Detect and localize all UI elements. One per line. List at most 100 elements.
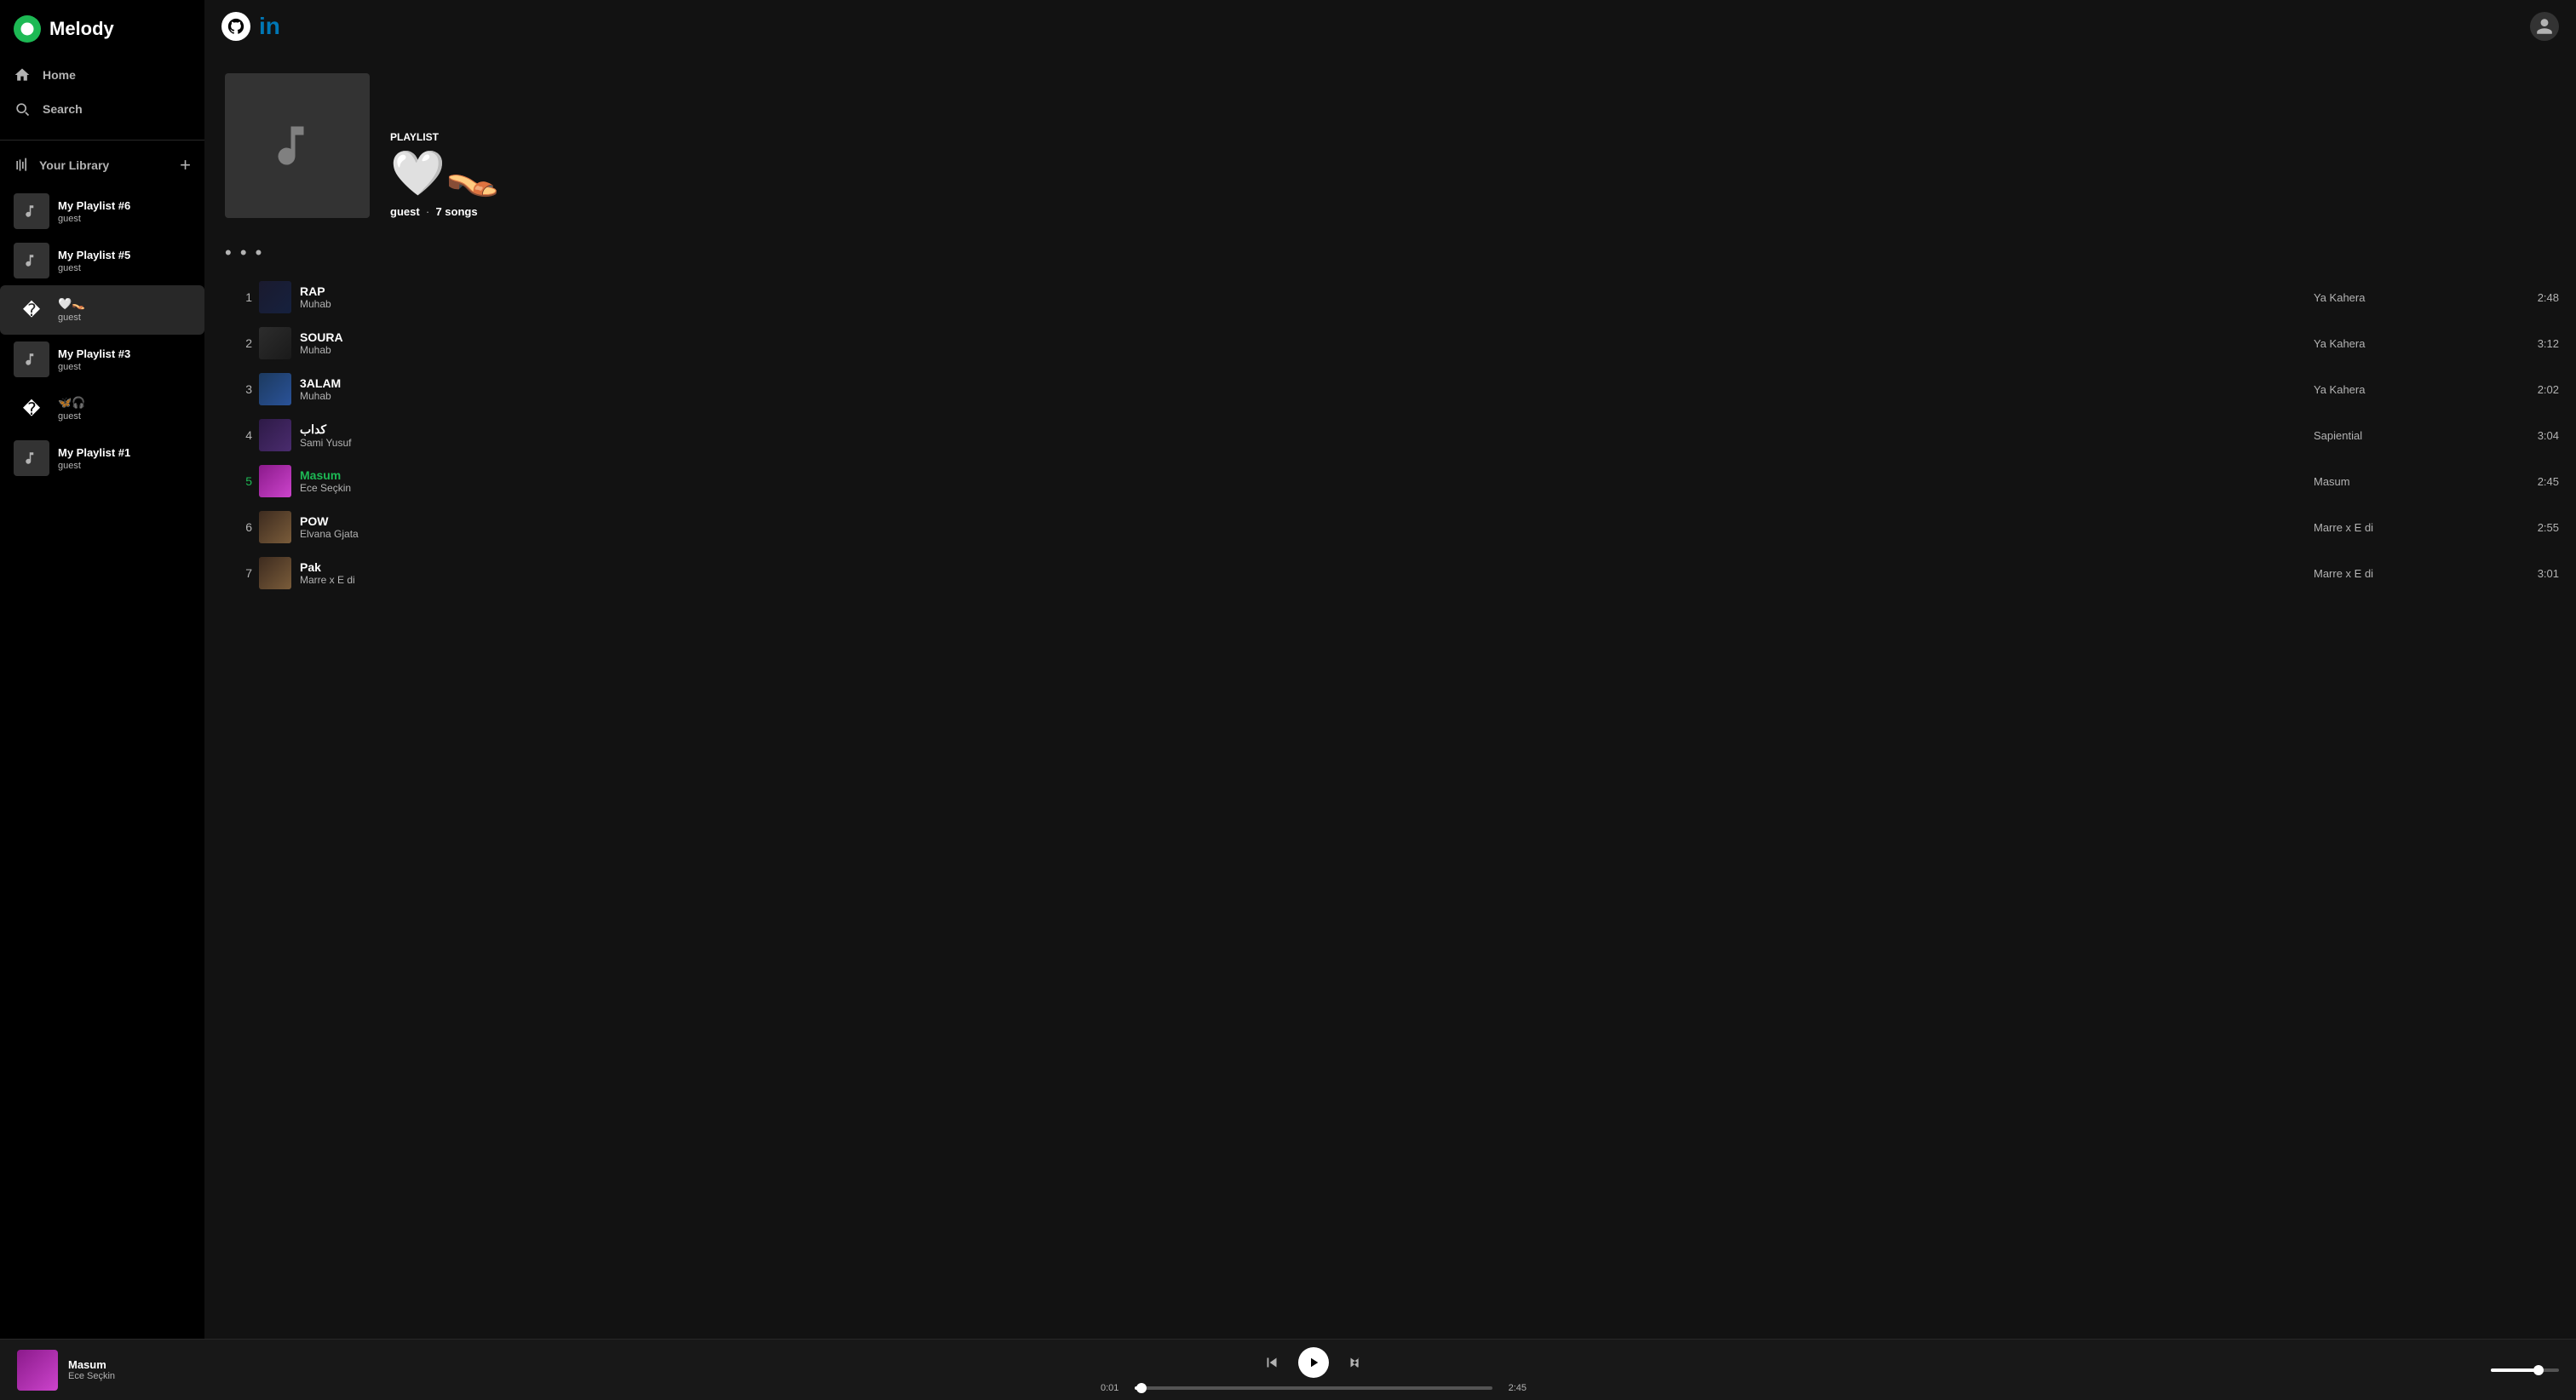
track-number: 3 [221, 382, 252, 396]
library-title-text: Your Library [39, 158, 109, 172]
playlist-item-name: My Playlist #6 [58, 199, 130, 212]
music-note-icon [272, 120, 323, 171]
playlist-item-owner: guest [58, 362, 130, 372]
linkedin-text[interactable]: in [259, 13, 280, 40]
playlist-item-owner: guest [58, 263, 130, 273]
actions-bar: • • • [204, 232, 2576, 274]
track-thumbnail [259, 419, 291, 451]
playlist-item-name: My Playlist #5 [58, 249, 130, 261]
more-options-button[interactable]: • • • [225, 242, 263, 264]
playlist-list: My Playlist #6guestMy Playlist #5guest�🤍… [0, 183, 204, 486]
sidebar-item-search[interactable]: Search [0, 92, 204, 126]
sidebar-item-home[interactable]: Home [0, 58, 204, 92]
track-artist: Muhab [300, 298, 2307, 310]
playlist-owner: guest [390, 205, 420, 218]
previous-button[interactable] [1262, 1353, 1281, 1372]
play-pause-button[interactable] [1298, 1347, 1329, 1378]
github-icon [227, 17, 245, 36]
track-row[interactable]: 6POWElvana GjataMarre x E di2:55 [215, 504, 2566, 550]
playlist-item-pl5[interactable]: My Playlist #5 guest [0, 236, 204, 285]
github-icon-box[interactable] [221, 12, 250, 41]
track-info: RAPMuhab [300, 284, 2307, 310]
music-note-small-icon [24, 253, 39, 268]
track-name: RAP [300, 284, 2307, 298]
user-avatar-button[interactable] [2530, 12, 2559, 41]
track-name: Pak [300, 560, 2307, 574]
music-note-small-icon [24, 204, 39, 219]
playlist-emoji-title: 🤍👡 [390, 150, 501, 198]
track-row[interactable]: 7PakMarre x E diMarre x E di3:01 [215, 550, 2566, 596]
playlist-item-name: My Playlist #1 [58, 446, 130, 459]
app-logo[interactable]: Melody [0, 0, 204, 51]
current-time: 0:01 [1101, 1383, 1128, 1393]
track-info: PakMarre x E di [300, 560, 2307, 586]
track-artist: Sami Yusuf [300, 437, 2307, 449]
track-artist: Muhab [300, 390, 2307, 402]
track-info: MasumEce Seçkin [300, 468, 2307, 494]
track-album: Marre x E di [2314, 521, 2484, 534]
playlist-meta: Playlist 🤍👡 guest · 7 songs [390, 73, 501, 218]
library-add-button[interactable]: + [180, 156, 191, 175]
logo-icon [14, 15, 41, 43]
main-content: in Playlist 🤍👡 guest · 7 songs [204, 0, 2576, 1339]
track-name: كداب [300, 422, 2307, 437]
track-album: Marre x E di [2314, 567, 2484, 580]
library-header: Your Library + [0, 147, 204, 183]
track-album: Ya Kahera [2314, 337, 2484, 350]
track-artist: Ece Seçkin [300, 482, 2307, 494]
playlist-item-owner: guest [58, 461, 130, 471]
now-playing: Masum Ece Seçkin [17, 1350, 204, 1391]
playlist-cover [225, 73, 370, 218]
track-thumbnail [259, 281, 291, 313]
home-icon [14, 66, 31, 83]
track-info: SOURAMuhab [300, 330, 2307, 356]
player-controls: 0:01 2:45 [218, 1347, 2409, 1393]
playlist-type-label: Playlist [390, 131, 501, 143]
playlist-thumbnail [14, 341, 49, 377]
music-note-small-icon [24, 352, 39, 367]
track-thumbnail [259, 373, 291, 405]
playlist-item-butterfly[interactable]: �🦋🎧guest [0, 384, 204, 433]
app-name: Melody [49, 18, 114, 40]
playlist-thumbnail: � [14, 292, 49, 328]
track-number: 5 [221, 474, 252, 488]
track-duration: 2:02 [2491, 383, 2559, 396]
playlist-thumbnail [14, 193, 49, 229]
track-row[interactable]: 5MasumEce SeçkinMasum2:45 [215, 458, 2566, 504]
now-playing-info: Masum Ece Seçkin [68, 1358, 115, 1381]
volume-track[interactable] [2491, 1368, 2559, 1372]
next-button[interactable] [1346, 1353, 1365, 1372]
playlist-item-pl3[interactable]: My Playlist #3guest [0, 335, 204, 384]
track-number: 2 [221, 336, 252, 350]
previous-icon [1262, 1353, 1281, 1372]
progress-track[interactable] [1135, 1386, 1492, 1390]
playlist-info: 🦋🎧guest [58, 396, 85, 422]
track-thumbnail [259, 327, 291, 359]
track-row[interactable]: 3 3ALAMMuhab Ya Kahera 2:02 [215, 366, 2566, 412]
track-duration: 3:04 [2491, 429, 2559, 442]
track-row[interactable]: 1RAPMuhabYa Kahera2:48 [215, 274, 2566, 320]
playlist-song-count: 7 songs [435, 205, 477, 218]
track-duration: 2:55 [2491, 521, 2559, 534]
track-duration: 3:12 [2491, 337, 2559, 350]
playlist-info: My Playlist #1 guest [58, 446, 130, 471]
track-number: 6 [221, 520, 252, 534]
player-bar: Masum Ece Seçkin 0:01 2:45 [0, 1339, 2576, 1400]
playlist-item-pl6[interactable]: My Playlist #6guest [0, 186, 204, 236]
track-info: 3ALAMMuhab [300, 376, 2307, 402]
track-album: Masum [2314, 475, 2484, 488]
music-note-small-icon [24, 450, 39, 466]
track-row[interactable]: 2 SOURAMuhab Ya Kahera 3:12 [215, 320, 2566, 366]
volume-fill [2491, 1368, 2539, 1372]
playlist-info: My Playlist #3guest [58, 347, 130, 372]
track-name: Masum [300, 468, 2307, 482]
playlist-item-owner: guest [58, 411, 85, 422]
playlist-details: guest · 7 songs [390, 205, 501, 218]
track-row[interactable]: 4كدابSami YusufSapiential3:04 [215, 412, 2566, 458]
playlist-item-heart-ballet[interactable]: �🤍👡guest [0, 285, 204, 335]
playlist-item-pl1[interactable]: My Playlist #1 guest [0, 433, 204, 483]
track-album: Ya Kahera [2314, 383, 2484, 396]
playlist-hero: Playlist 🤍👡 guest · 7 songs [204, 53, 2576, 232]
total-time: 2:45 [1499, 1383, 1527, 1393]
track-info: كدابSami Yusuf [300, 422, 2307, 449]
